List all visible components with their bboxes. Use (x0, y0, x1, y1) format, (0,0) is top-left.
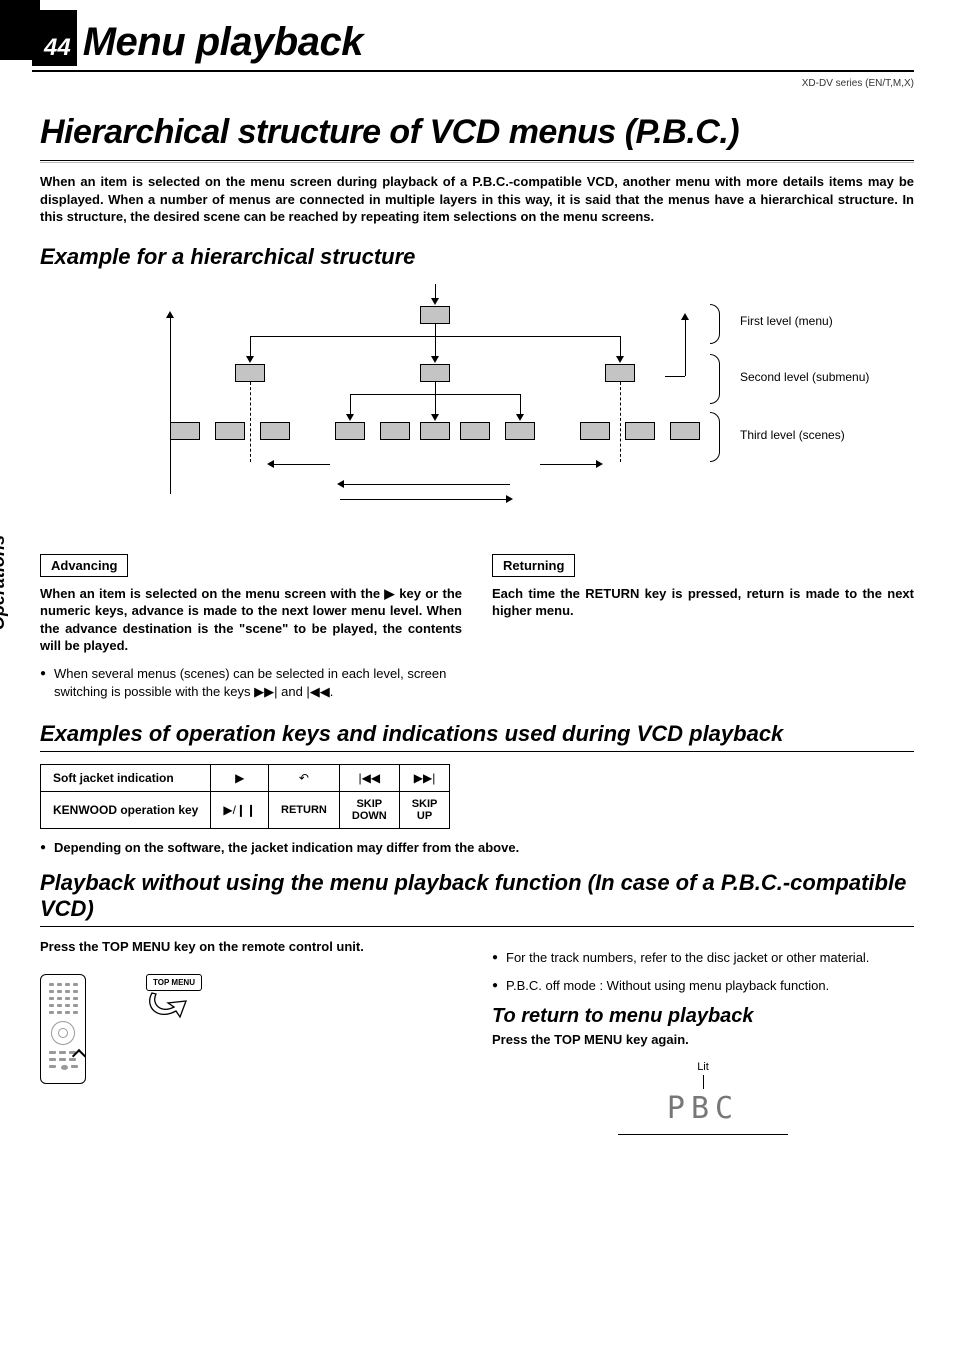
return-heading: To return to menu playback (492, 1005, 914, 1028)
c3-top: |◀◀ (339, 765, 399, 792)
section2-heading: Examples of operation keys and indicatio… (40, 721, 914, 747)
level2-label: Second level (submenu) (740, 370, 869, 384)
c1-top: ▶ (211, 765, 269, 792)
c4-bot: SKIPUP (399, 792, 450, 829)
returning-label: Returning (492, 554, 575, 577)
black-corner-tab (0, 0, 40, 60)
hierarchy-diagram: First level (menu) Second level (submenu… (40, 284, 914, 544)
c4-top: ▶▶| (399, 765, 450, 792)
section3-heading: Playback without using the menu playback… (40, 870, 914, 922)
section2-note: Depending on the software, the jacket in… (40, 839, 914, 857)
level1-label: First level (menu) (740, 314, 833, 328)
example-heading: Example for a hierarchical structure (40, 244, 914, 270)
advancing-label: Advancing (40, 554, 128, 577)
section3-instr: Press the TOP MENU key on the remote con… (40, 939, 462, 954)
row1-label: Soft jacket indication (41, 765, 211, 792)
page-header: 44 Menu playback (32, 20, 914, 72)
rule3 (40, 926, 914, 927)
row2-label: KENWOOD operation key (41, 792, 211, 829)
intro-paragraph: When an item is selected on the menu scr… (40, 173, 914, 226)
c3-bot: SKIPDOWN (339, 792, 399, 829)
advancing-note: When several menus (scenes) can be selec… (40, 665, 462, 701)
level3-label: Third level (scenes) (740, 428, 845, 442)
returning-text: Each time the RETURN key is pressed, ret… (492, 585, 914, 620)
display-panel: Lit PBC (618, 1057, 788, 1135)
page-title: Menu playback (83, 20, 363, 65)
lit-label: Lit (618, 1061, 788, 1073)
rnote1: For the track numbers, refer to the disc… (492, 949, 914, 967)
section-heading: Hierarchical structure of VCD menus (P.B… (40, 113, 914, 152)
remote-illustration: /*decorative*/ (40, 974, 86, 1084)
pbc-display: PBC (618, 1091, 788, 1126)
c1-bot: ▶/❙❙ (211, 792, 269, 829)
rnote2: P.B.C. off mode : Without using menu pla… (492, 977, 914, 995)
hand-press-icon (150, 993, 186, 1017)
advancing-text: When an item is selected on the menu scr… (40, 585, 462, 655)
rule (40, 160, 914, 163)
return-instr: Press the TOP MENU key again. (492, 1032, 914, 1047)
sidebar-label: Operations (0, 535, 9, 630)
rule2 (40, 751, 914, 752)
c2-bot: RETURN (269, 792, 340, 829)
series-note: XD-DV series (EN/T,M,X) (40, 78, 914, 89)
c2-top: ↶ (269, 765, 340, 792)
keys-table: Soft jacket indication ▶ ↶ |◀◀ ▶▶| KENWO… (40, 764, 450, 829)
top-menu-callout: TOP MENU (146, 974, 202, 1034)
